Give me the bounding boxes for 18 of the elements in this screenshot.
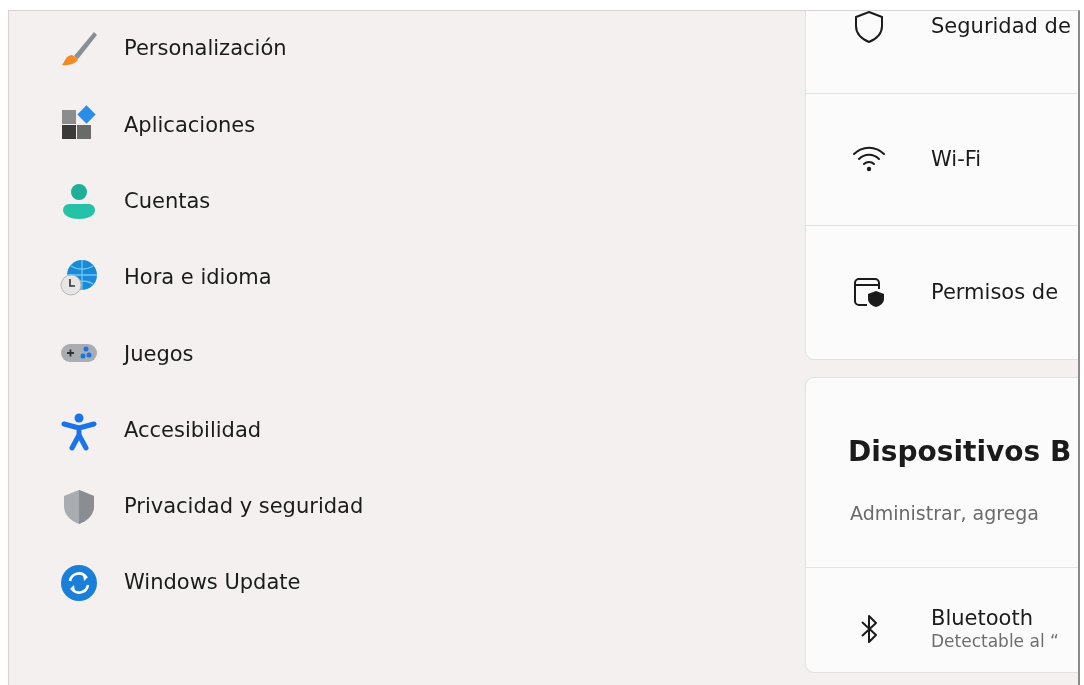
section-description: Administrar, agrega	[850, 501, 1040, 524]
row-title: Bluetooth	[931, 606, 1034, 632]
sidebar-item[interactable]: Hora e idioma	[9, 239, 797, 317]
sidebar-item[interactable]: Windows Update	[9, 545, 797, 622]
sync-icon	[59, 563, 99, 604]
sidebar-item[interactable]: Cuentas	[9, 163, 797, 240]
globe-clock-icon	[59, 258, 99, 299]
sidebar-item[interactable]: Privacidad y seguridad	[9, 468, 797, 546]
settings-row[interactable]: Bluetooth Detectable al “	[806, 568, 1078, 673]
settings-row[interactable]: Seguridad de	[806, 11, 1078, 94]
section-title: Dispositivos B	[848, 434, 1072, 468]
sidebar-item[interactable]: Personalización	[9, 11, 797, 88]
sidebar-item[interactable]: Accesibilidad	[9, 392, 797, 469]
sidebar-item[interactable]: Juegos	[9, 316, 797, 393]
settings-row[interactable]: Permisos de	[806, 226, 1078, 359]
sidebar-item[interactable]: Aplicaciones	[9, 87, 797, 164]
row-description: Detectable al “	[931, 631, 1059, 653]
settings-row[interactable]: Wi-Fi	[806, 93, 1078, 226]
